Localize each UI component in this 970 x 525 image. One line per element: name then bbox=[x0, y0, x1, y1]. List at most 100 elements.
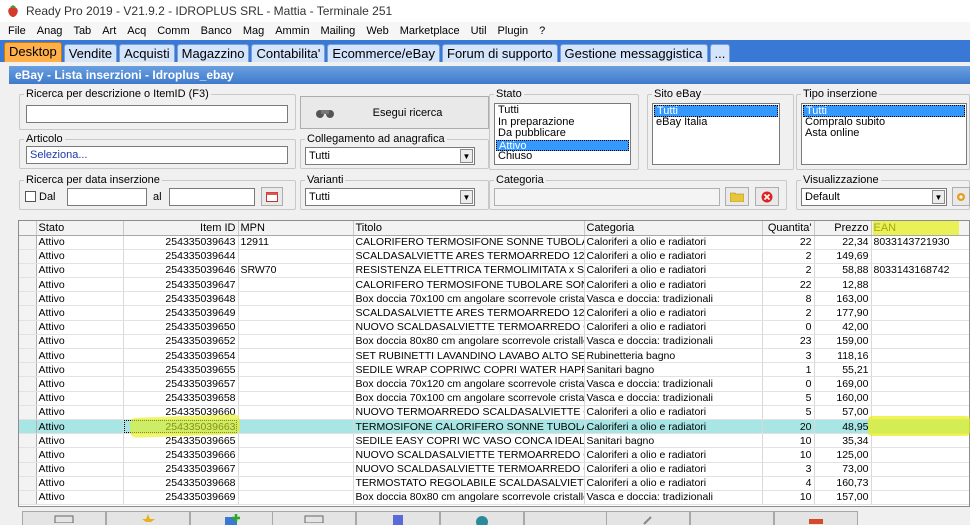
row-selector[interactable] bbox=[19, 320, 37, 335]
table-cell[interactable] bbox=[871, 305, 969, 321]
table-cell[interactable]: NUOVO TERMOARREDO SCALDASALVIETTE CITY 1… bbox=[353, 405, 585, 420]
table-cell[interactable]: TERMOSTATO REGOLABILE SCALDASALVIETTE RE… bbox=[353, 476, 585, 491]
table-cell[interactable]: Vasca e doccia: tradizionali bbox=[584, 391, 763, 406]
table-cell[interactable]: 22,34 bbox=[814, 235, 872, 250]
table-cell[interactable]: 254335039643 bbox=[123, 235, 239, 250]
table-cell[interactable]: 5 bbox=[762, 391, 815, 406]
table-cell[interactable] bbox=[871, 249, 969, 264]
stato-option[interactable]: Tutti bbox=[496, 104, 629, 117]
visual-select[interactable]: Default ▼ bbox=[801, 188, 947, 206]
tab-item[interactable]: Contabilita' bbox=[251, 44, 326, 62]
table-cell[interactable]: 254335039648 bbox=[123, 291, 239, 307]
row-selector[interactable] bbox=[19, 277, 37, 293]
table-cell[interactable]: Caloriferi a olio e radiatori bbox=[584, 305, 763, 321]
table-row[interactable]: Attivo 254335039667 NUOVO SCALDASALVIETTE … bbox=[19, 462, 969, 477]
row-selector[interactable] bbox=[19, 447, 37, 463]
table-cell[interactable]: Caloriferi a olio e radiatori bbox=[584, 476, 763, 491]
table-cell[interactable]: Attivo bbox=[36, 405, 124, 420]
tab-item[interactable]: Ecommerce/eBay bbox=[327, 44, 440, 62]
table-cell[interactable] bbox=[871, 291, 969, 307]
menu-item[interactable]: Art bbox=[98, 25, 123, 37]
table-cell[interactable]: 254335039660 bbox=[123, 405, 239, 420]
table-cell[interactable]: 8033143168742 bbox=[871, 263, 969, 279]
table-cell[interactable]: Box doccia 80x80 cm angolare scorrevole … bbox=[353, 334, 585, 350]
chevron-down-icon[interactable]: ▼ bbox=[932, 190, 945, 204]
chevron-down-icon[interactable]: ▼ bbox=[460, 149, 473, 163]
varianti-select[interactable]: Tutti ▼ bbox=[305, 188, 475, 206]
table-cell[interactable]: 169,00 bbox=[814, 376, 872, 392]
table-cell[interactable] bbox=[871, 376, 969, 392]
table-cell[interactable]: SEDILE WRAP COPRIWC COPRI WATER HAPPY D … bbox=[353, 362, 585, 378]
tools-button[interactable] bbox=[606, 511, 690, 525]
add-button[interactable] bbox=[190, 511, 274, 525]
date-from-input[interactable] bbox=[67, 188, 147, 206]
tipo-option[interactable]: Asta online bbox=[803, 127, 965, 140]
table-cell[interactable] bbox=[238, 405, 354, 420]
copy-button[interactable] bbox=[356, 511, 440, 525]
table-row[interactable]: Attivo 254335039655 SEDILE WRAP COPRIWC CO… bbox=[19, 362, 969, 378]
table-cell[interactable]: Sanitari bagno bbox=[584, 362, 763, 378]
table-cell[interactable]: Box doccia 70x120 cm angolare scorrevole… bbox=[353, 376, 585, 392]
table-row[interactable]: Attivo 254335039666 NUOVO SCALDASALVIETTE … bbox=[19, 447, 969, 463]
tab-item[interactable]: Gestione messaggistica bbox=[559, 44, 708, 62]
table-row[interactable]: Attivo 254335039668 TERMOSTATO REGOLABILE … bbox=[19, 476, 969, 491]
table-row[interactable]: Attivo 254335039657 Box doccia 70x120 cm a… bbox=[19, 376, 969, 392]
tab-item[interactable]: Acquisti bbox=[119, 44, 175, 62]
table-cell[interactable]: Attivo bbox=[36, 376, 124, 392]
visual-settings-button[interactable] bbox=[952, 187, 970, 206]
table-row[interactable]: Attivo 254335039669 Box doccia 80x80 cm an… bbox=[19, 490, 969, 506]
table-cell[interactable]: SCALDASALVIETTE ARES TERMOARREDO 120x50 … bbox=[353, 249, 585, 264]
column-header[interactable]: Prezzo bbox=[814, 221, 872, 236]
table-cell[interactable]: Attivo bbox=[36, 348, 124, 364]
table-cell[interactable]: 48,95 bbox=[814, 419, 872, 435]
table-cell[interactable]: Attivo bbox=[36, 462, 124, 477]
sito-listbox[interactable]: Tutti eBay Italia bbox=[652, 103, 780, 165]
chevron-down-icon[interactable]: ▼ bbox=[460, 190, 473, 204]
menu-item[interactable]: Web bbox=[362, 25, 395, 37]
table-cell[interactable]: 3 bbox=[762, 348, 815, 364]
table-cell[interactable]: 22 bbox=[762, 235, 815, 250]
row-selector[interactable] bbox=[19, 376, 37, 392]
delete-button[interactable] bbox=[774, 511, 858, 525]
table-cell[interactable] bbox=[238, 277, 354, 293]
table-cell[interactable]: Rubinetteria bagno bbox=[584, 348, 763, 364]
calendar-button[interactable] bbox=[261, 187, 283, 206]
table-cell[interactable]: 23 bbox=[762, 334, 815, 350]
table-cell[interactable] bbox=[871, 447, 969, 463]
table-cell[interactable]: SET RUBINETTI LAVANDINO LAVABO ALTO SENZ… bbox=[353, 348, 585, 364]
table-cell[interactable]: 42,00 bbox=[814, 320, 872, 335]
sito-option[interactable]: eBay Italia bbox=[654, 116, 778, 129]
table-cell[interactable] bbox=[238, 433, 354, 449]
table-cell[interactable] bbox=[238, 476, 354, 491]
table-cell[interactable] bbox=[238, 305, 354, 321]
table-row[interactable]: Attivo 254335039650 NUOVO SCALDASALVIETTE … bbox=[19, 320, 969, 335]
table-cell[interactable]: 58,88 bbox=[814, 263, 872, 279]
table-cell[interactable]: Attivo bbox=[36, 320, 124, 335]
table-cell[interactable]: 3 bbox=[762, 462, 815, 477]
table-cell[interactable] bbox=[238, 334, 354, 350]
table-cell[interactable]: 254335039649 bbox=[123, 305, 239, 321]
table-cell[interactable]: 254335039647 bbox=[123, 277, 239, 293]
sito-option[interactable]: Tutti bbox=[654, 105, 778, 117]
table-cell[interactable]: 254335039663 bbox=[123, 419, 239, 435]
tab-item[interactable]: Magazzino bbox=[176, 44, 250, 62]
table-cell[interactable]: SEDILE EASY COPRI WC VASO CONCA IDEAL ST… bbox=[353, 433, 585, 449]
table-cell[interactable] bbox=[871, 362, 969, 378]
table-cell[interactable] bbox=[871, 391, 969, 406]
table-cell[interactable]: Attivo bbox=[36, 419, 124, 435]
table-cell[interactable] bbox=[238, 391, 354, 406]
table-cell[interactable] bbox=[871, 419, 969, 435]
table-cell[interactable] bbox=[871, 334, 969, 350]
table-cell[interactable]: 254335039668 bbox=[123, 476, 239, 491]
table-cell[interactable]: Attivo bbox=[36, 362, 124, 378]
table-cell[interactable]: 118,16 bbox=[814, 348, 872, 364]
column-header[interactable]: MPN bbox=[238, 221, 354, 236]
menu-item[interactable]: ? bbox=[535, 25, 552, 37]
table-cell[interactable]: Caloriferi a olio e radiatori bbox=[584, 263, 763, 279]
table-cell[interactable]: 73,00 bbox=[814, 462, 872, 477]
menu-item[interactable]: Acq bbox=[123, 25, 153, 37]
action-button-7[interactable] bbox=[524, 511, 608, 525]
table-cell[interactable]: SCALDASALVIETTE ARES TERMOARREDO 120x60 … bbox=[353, 305, 585, 321]
menu-item[interactable]: File bbox=[4, 25, 33, 37]
articolo-field[interactable]: Seleziona... bbox=[26, 146, 288, 164]
